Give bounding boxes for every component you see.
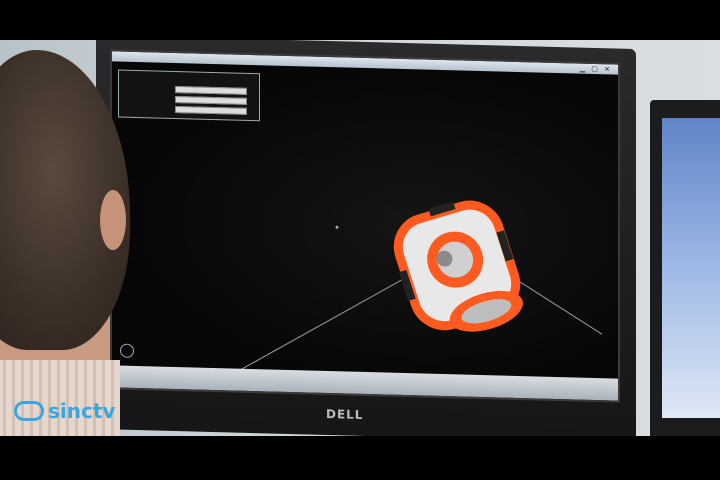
infinity-icon [14,401,44,421]
letterbox-bottom [0,436,720,480]
main-monitor: ▁ ▢ ✕ DELL [96,40,636,436]
simulation-screen: ▁ ▢ ✕ [110,49,620,403]
logo-text: sinctv [48,399,116,423]
orientation-gizmo-icon[interactable] [120,343,134,358]
3d-viewport[interactable] [112,51,618,400]
tether-line [511,276,603,335]
secondary-monitor [650,100,720,436]
monitor-logo: DELL [326,406,364,422]
tether-line [231,273,413,375]
robot-icon [393,200,523,332]
target-dot [335,225,339,229]
person-ear [100,190,126,250]
secondary-screen [662,118,720,418]
letterbox-top [0,0,720,40]
channel-logo: sinctv [14,398,115,424]
video-frame: ▁ ▢ ✕ DELL [0,40,720,436]
